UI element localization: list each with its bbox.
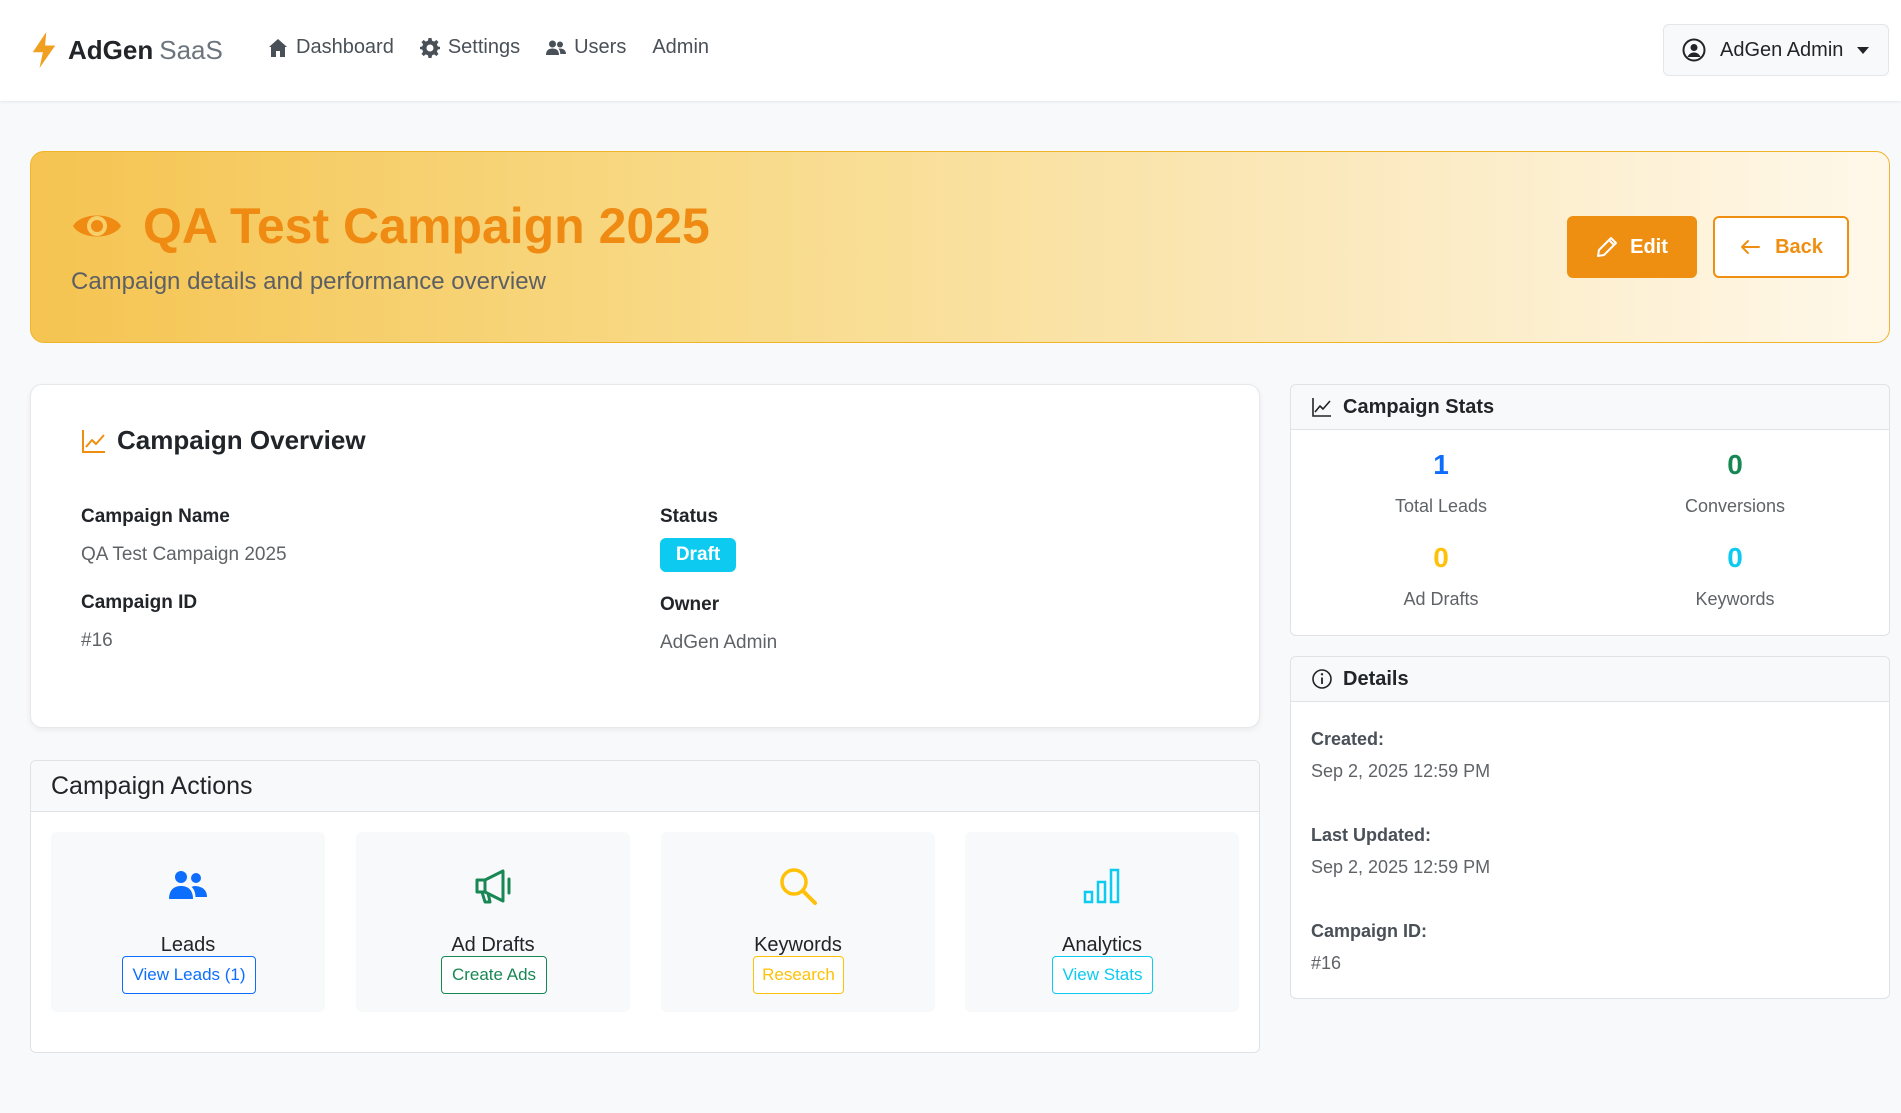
- nav-dashboard-label: Dashboard: [296, 36, 394, 58]
- action-name-keywords: Keywords: [754, 934, 842, 956]
- nav-settings[interactable]: Settings: [419, 36, 521, 59]
- line-chart-icon: [82, 429, 105, 453]
- nav-users-label: Users: [574, 36, 627, 58]
- back-button[interactable]: Back: [1713, 216, 1849, 278]
- stat-total-leads-label: Total Leads: [1394, 496, 1488, 516]
- campaign-name-value: QA Test Campaign 2025: [81, 544, 287, 565]
- view-leads-button[interactable]: View Leads (1): [122, 956, 256, 994]
- home-icon: [269, 38, 287, 57]
- view-stats-button[interactable]: View Stats: [1052, 956, 1153, 994]
- stat-conversions-label: Conversions: [1684, 496, 1786, 516]
- info-icon: [1312, 669, 1332, 689]
- actions-title: Campaign Actions: [51, 771, 253, 800]
- campaign-actions-card: Campaign Actions Leads View Leads (1) Ad…: [30, 760, 1260, 1053]
- campaign-header: QA Test Campaign 2025 Campaign details a…: [30, 151, 1890, 343]
- chevron-down-icon: [1857, 46, 1870, 54]
- details-header: Details: [1291, 657, 1889, 702]
- edit-button-label: Edit: [1630, 235, 1668, 258]
- action-tile-leads: Leads View Leads (1): [51, 832, 325, 1012]
- stats-title: Campaign Stats: [1343, 395, 1495, 418]
- page-subtitle: Campaign details and performance overvie…: [71, 268, 546, 295]
- action-name-analytics: Analytics: [1061, 934, 1143, 956]
- nav-admin-label: Admin: [652, 36, 710, 58]
- pencil-icon: [1597, 237, 1618, 257]
- campaign-id-value: #16: [81, 630, 113, 651]
- action-tile-ad-drafts: Ad Drafts Create Ads: [356, 832, 630, 1012]
- action-name-leads: Leads: [160, 934, 216, 956]
- create-ads-button[interactable]: Create Ads: [441, 956, 547, 994]
- campaign-id-label: Campaign ID: [81, 592, 198, 613]
- owner-value: AdGen Admin: [660, 632, 778, 653]
- stat-ad-drafts-label: Ad Drafts: [1403, 589, 1479, 609]
- nav-settings-label: Settings: [447, 36, 521, 58]
- status-label: Status: [660, 506, 719, 527]
- stat-keywords-label: Keywords: [1695, 589, 1775, 609]
- overview-title: Campaign Overview: [81, 425, 366, 456]
- status-badge: Draft: [660, 538, 736, 572]
- research-button[interactable]: Research: [753, 956, 844, 994]
- stat-keywords-value: 0: [1727, 542, 1743, 573]
- overview-title-text: Campaign Overview: [117, 425, 366, 455]
- campaign-name-label: Campaign Name: [81, 506, 230, 527]
- user-circle-icon: [1682, 38, 1706, 62]
- arrow-left-icon: [1741, 240, 1761, 254]
- created-label: Created:: [1311, 729, 1385, 749]
- stat-conversions-value: 0: [1727, 449, 1743, 480]
- edit-button[interactable]: Edit: [1567, 216, 1697, 278]
- details-card: Details Created: Sep 2, 2025 12:59 PM La…: [1290, 656, 1890, 999]
- nav-dashboard[interactable]: Dashboard: [268, 36, 394, 59]
- brand-name: AdGen: [68, 34, 154, 65]
- search-icon: [780, 868, 817, 905]
- megaphone-icon: [475, 869, 511, 904]
- updated-label: Last Updated:: [1311, 825, 1432, 845]
- stat-ad-drafts-value: 0: [1433, 542, 1449, 573]
- details-title: Details: [1343, 667, 1409, 690]
- users-icon: [169, 871, 207, 899]
- nav-admin[interactable]: Admin: [652, 36, 709, 59]
- gear-icon: [419, 37, 440, 58]
- stats-header: Campaign Stats: [1291, 385, 1889, 430]
- owner-label: Owner: [660, 594, 720, 615]
- created-value: Sep 2, 2025 12:59 PM: [1311, 761, 1491, 781]
- brand-sub: SaaS: [159, 34, 223, 65]
- bar-chart-icon: [1083, 868, 1120, 904]
- nav-links: Dashboard Settings Users Admin: [268, 36, 735, 59]
- page-title: QA Test Campaign 2025: [71, 197, 710, 255]
- eye-icon: [73, 215, 121, 237]
- users-icon: [546, 40, 567, 55]
- action-name-ad-drafts: Ad Drafts: [451, 934, 535, 956]
- action-tile-keywords: Keywords Research: [661, 832, 935, 1012]
- stat-total-leads-value: 1: [1433, 449, 1449, 480]
- line-chart-icon: [1312, 398, 1331, 417]
- back-button-label: Back: [1775, 235, 1823, 258]
- details-id-label: Campaign ID:: [1311, 921, 1428, 941]
- action-tile-analytics: Analytics View Stats: [965, 832, 1239, 1012]
- updated-value: Sep 2, 2025 12:59 PM: [1311, 857, 1491, 877]
- user-name: AdGen Admin: [1720, 38, 1844, 61]
- user-menu-dropdown[interactable]: AdGen Admin: [1663, 24, 1889, 76]
- campaign-overview-card: Campaign Overview Campaign Name QA Test …: [30, 384, 1260, 728]
- actions-header: Campaign Actions: [31, 761, 1259, 812]
- lightning-icon: [32, 32, 56, 68]
- campaign-title: QA Test Campaign 2025: [143, 198, 710, 254]
- nav-users[interactable]: Users: [546, 36, 626, 59]
- brand[interactable]: AdGen SaaS: [30, 32, 223, 68]
- campaign-stats-card: Campaign Stats 1 Total Leads 0 Conversio…: [1290, 384, 1890, 636]
- navbar: AdGen SaaS Dashboard Settings Users Admi…: [0, 0, 1901, 101]
- details-id-value: #16: [1311, 953, 1342, 973]
